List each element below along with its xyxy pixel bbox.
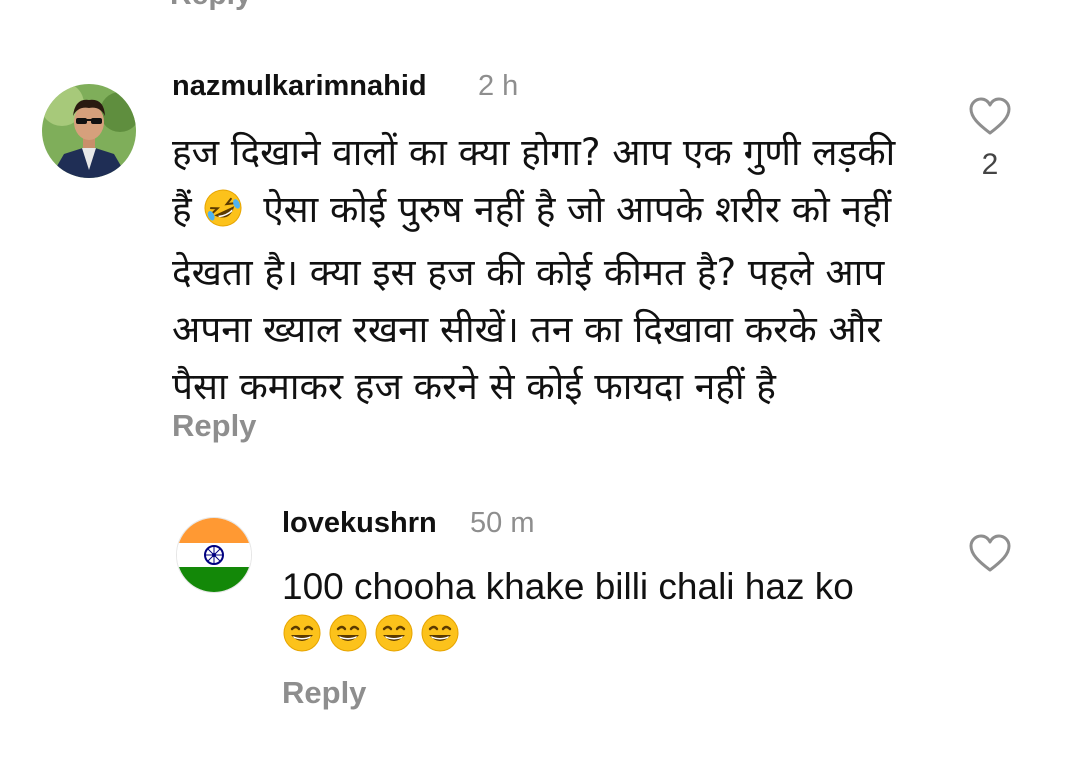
comment-line: हज दिखाने वालों का क्या होगा? आप एक गुणी…	[172, 131, 896, 174]
like-count[interactable]: 2	[970, 148, 1010, 182]
comment-line-start: हैं	[172, 188, 192, 231]
comment-line: 100 chooha khake billi chali haz ko	[282, 566, 854, 607]
avatar[interactable]	[42, 84, 136, 178]
comment-line-rest: ऐसा कोई पुरुष नहीं है जो आपके शरीर को नह…	[263, 188, 892, 231]
heart-outline-icon[interactable]	[968, 533, 1012, 578]
grinning-squinting-emoji	[421, 614, 459, 652]
comment-line: अपना ख्याल रखना सीखें। तन का दिखावा करके…	[172, 308, 882, 351]
comment-line: देखता है। क्या इस हज की कोई कीमत है? पहल…	[172, 251, 885, 294]
comment-timestamp: 2 h	[478, 70, 519, 102]
heart-outline-icon[interactable]	[968, 96, 1012, 141]
reply-button[interactable]: Reply	[282, 675, 366, 711]
previous-reply-link[interactable]: Reply	[170, 0, 252, 12]
comment-line: पैसा कमाकर हज करने से कोई फायदा नहीं है	[172, 365, 776, 408]
grinning-squinting-emoji	[375, 614, 413, 652]
comment-username[interactable]: lovekushrn	[282, 507, 437, 540]
grinning-squinting-emoji	[329, 614, 367, 652]
comment-username[interactable]: nazmulkarimnahid	[172, 70, 427, 103]
avatar[interactable]	[176, 517, 252, 593]
rolling-on-floor-laughing-emoji	[203, 187, 243, 244]
reply-button[interactable]: Reply	[172, 408, 256, 444]
emoji-row	[282, 613, 460, 653]
comment-line: हैं ऐसा कोई पुरुष नहीं है जो आपके शरीर क…	[172, 181, 895, 244]
comment-timestamp: 50 m	[470, 507, 535, 539]
comment-text: 100 chooha khake billi chali haz ko	[282, 558, 854, 615]
comment-text: हज दिखाने वालों का क्या होगा? आप एक गुणी…	[172, 124, 895, 415]
grinning-squinting-emoji	[283, 614, 321, 652]
